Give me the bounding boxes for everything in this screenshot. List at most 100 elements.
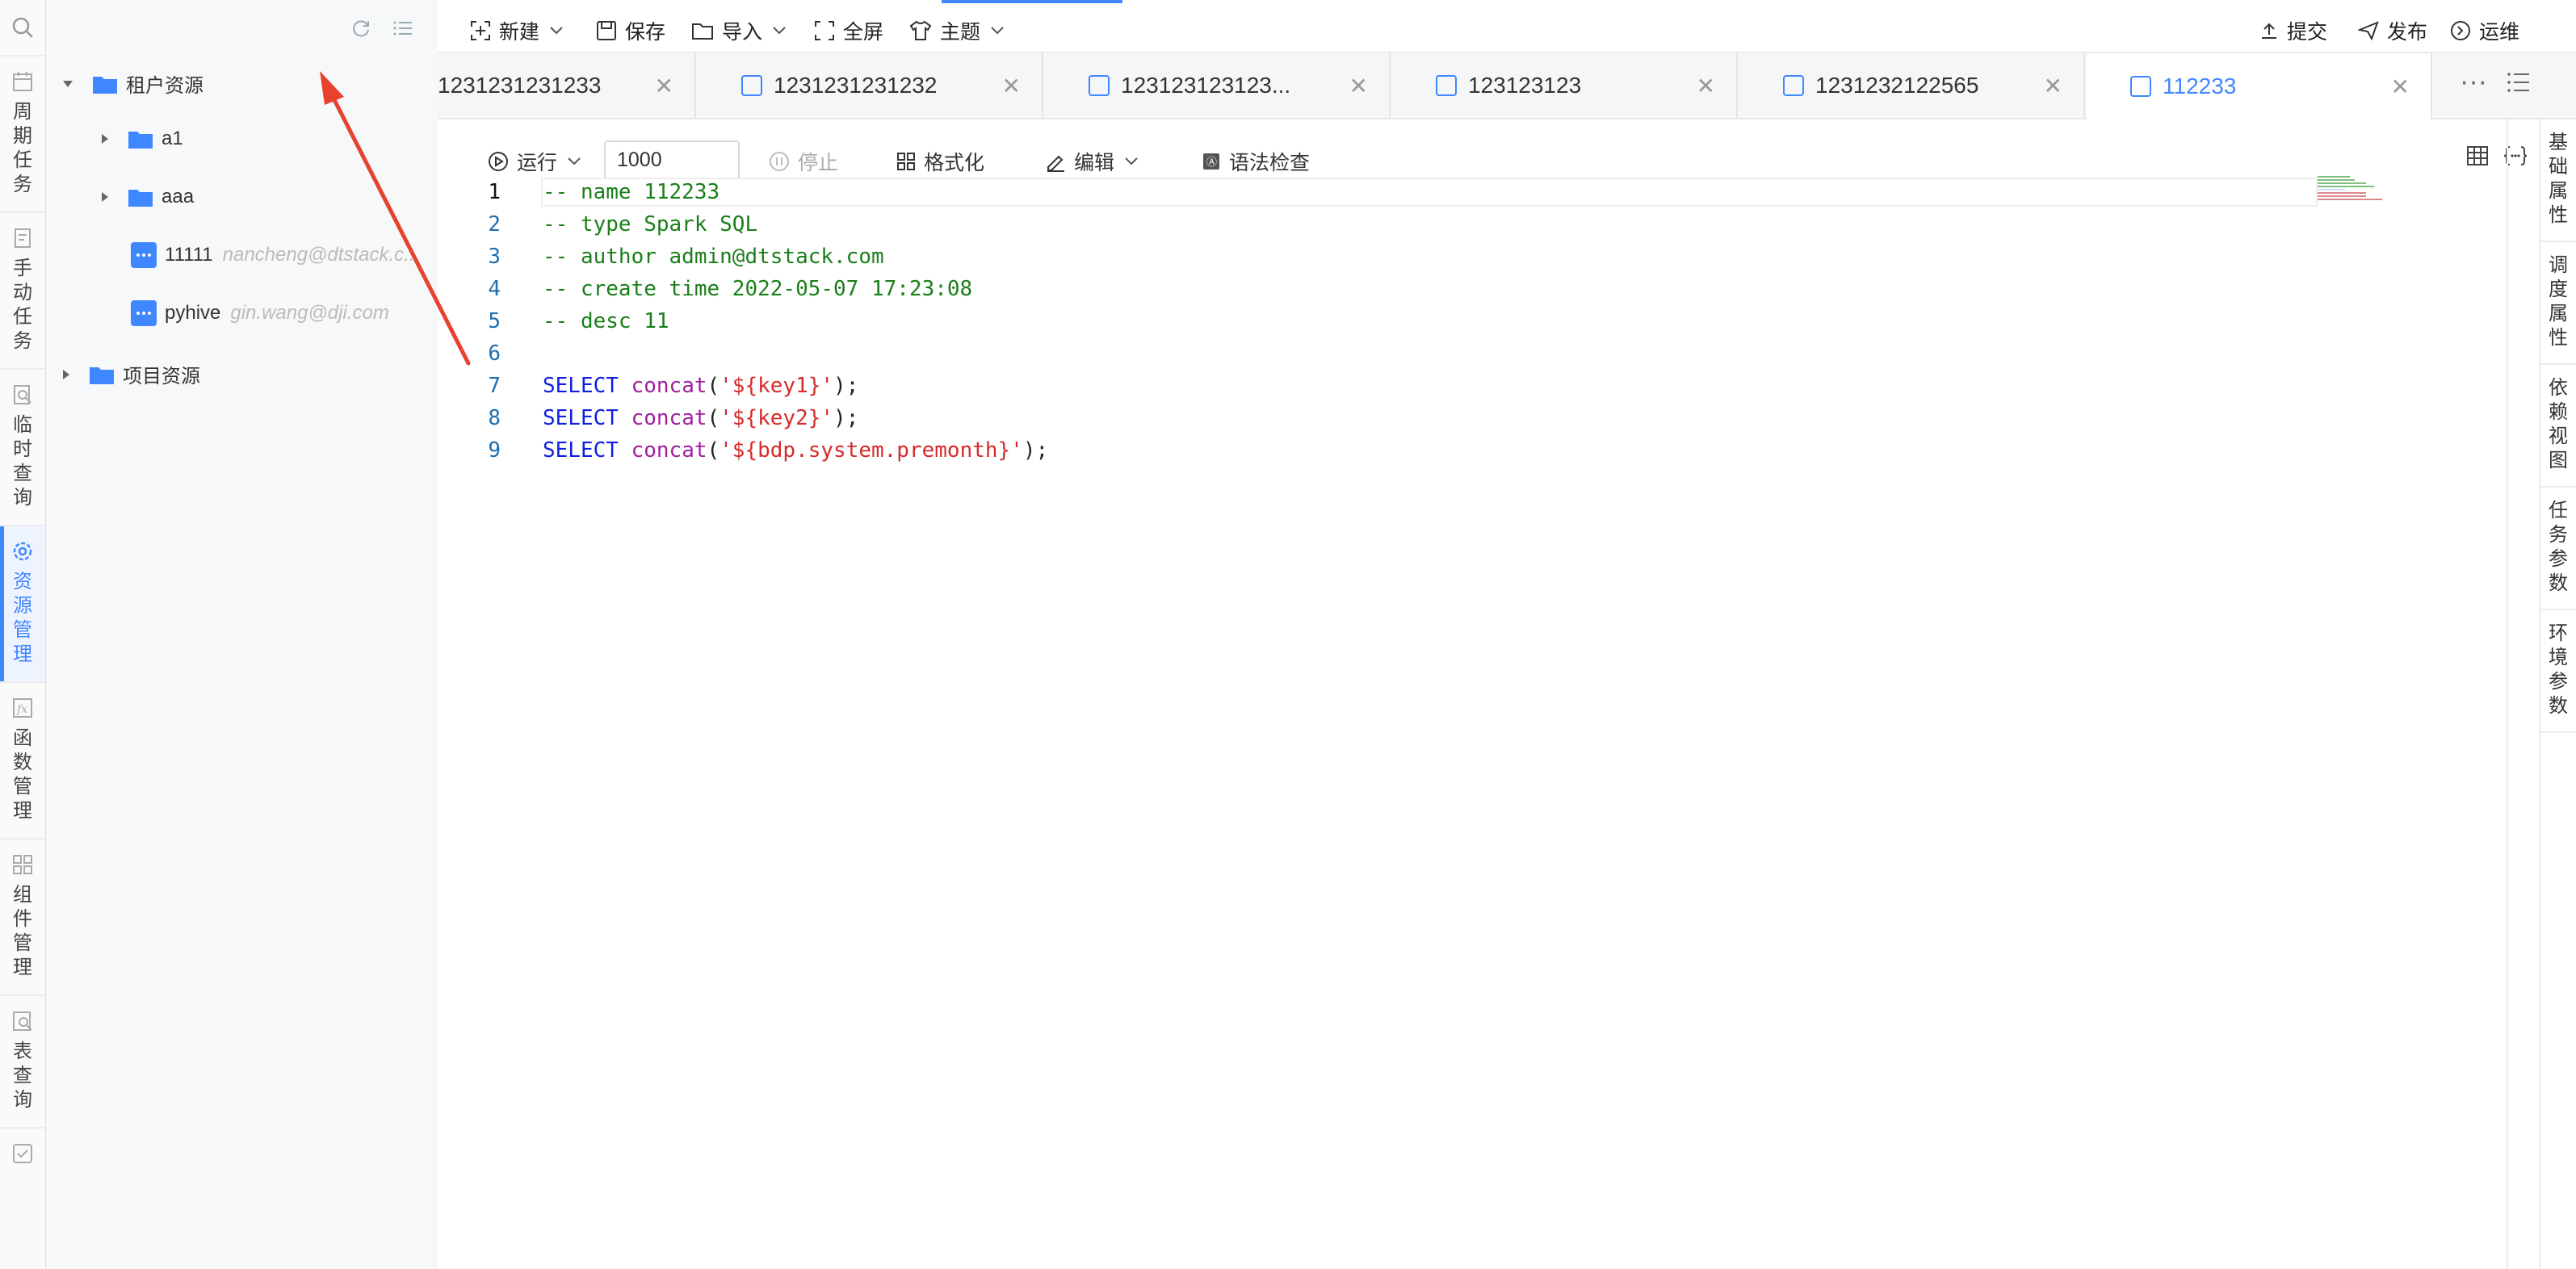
current-line-highlight	[541, 178, 2318, 207]
publish-button[interactable]: 发布	[2358, 16, 2427, 45]
tree-node-label: aaa	[162, 186, 195, 207]
close-icon[interactable]: ✕	[2391, 73, 2410, 100]
edit-button[interactable]: 编辑	[1045, 147, 1147, 176]
import-button[interactable]: 导入	[691, 16, 795, 45]
code-comment: -- create time 2022-05-07 17:23:08	[543, 277, 973, 301]
close-icon[interactable]: ✕	[1697, 73, 1715, 99]
syntax-check-button[interactable]: Ⓐ 语法检查	[1202, 147, 1310, 176]
folder-icon	[128, 132, 153, 149]
tab-123123123[interactable]: 123123123 ✕	[1392, 53, 1738, 118]
tab-1231231231232[interactable]: 1231231231232 ✕	[698, 53, 1043, 118]
fullscreen-button[interactable]: 全屏	[814, 16, 883, 45]
tree-node-folder-a1[interactable]: a1	[102, 128, 183, 150]
close-icon[interactable]: ✕	[1002, 73, 1021, 99]
syntax-check-icon: Ⓐ	[1203, 153, 1219, 170]
rail-search-button[interactable]	[0, 0, 45, 57]
new-button[interactable]: 新建	[470, 16, 572, 45]
rail-item-label: 表查询	[13, 1041, 32, 1111]
ops-button[interactable]: 运维	[2450, 16, 2519, 45]
more-tabs-icon[interactable]: ···	[2460, 66, 2487, 98]
stop-button[interactable]: 停止	[769, 147, 838, 176]
tab-112233[interactable]: 112233 ✕	[2087, 53, 2432, 119]
tab-label: 112233	[2163, 73, 2237, 98]
tree-node-label: 项目资源	[123, 366, 200, 387]
tree-node-folder-aaa[interactable]: aaa	[102, 186, 194, 208]
right-tab-label: 依赖视图	[2549, 377, 2568, 471]
rail-item-resource-manage[interactable]: 资源管理	[0, 526, 45, 683]
list-view-icon[interactable]	[392, 18, 413, 39]
tree-node-label: pyhive	[165, 302, 221, 324]
rail-item-table-query[interactable]: 表查询	[0, 996, 45, 1129]
code-line: 6	[452, 337, 2310, 370]
row-limit-input[interactable]	[604, 140, 740, 179]
gear-icon	[13, 542, 32, 561]
tree-node-label: a1	[162, 128, 183, 149]
code-statement: SELECT concat('${key2}');	[543, 406, 859, 430]
import-label: 导入	[722, 21, 763, 44]
code-comment: -- desc 11	[543, 309, 669, 333]
code-comment: -- author admin@dtstack.com	[543, 245, 884, 269]
save-label: 保存	[625, 21, 666, 44]
syntax-check-label: 语法检查	[1229, 152, 1311, 174]
submit-button[interactable]: 提交	[2259, 16, 2327, 45]
rail-item-label: 组件管理	[13, 884, 32, 978]
rail-item-check[interactable]	[0, 1129, 45, 1187]
tab-label: 123123123123...	[1121, 73, 1291, 98]
right-tab-label: 调度属性	[2549, 254, 2568, 349]
play-circle-icon	[489, 152, 508, 171]
refresh-icon[interactable]	[350, 18, 371, 39]
sql-task-icon	[2130, 76, 2151, 97]
left-nav-rail: 周期任务 手动任务 临时查询 资源管理 fx 函数管理 组件管理 表查询	[0, 0, 47, 1269]
right-tab-basic-props[interactable]: 基础属性	[2540, 119, 2576, 242]
theme-label: 主题	[940, 21, 981, 44]
rail-item-manual-task[interactable]: 手动任务	[0, 213, 45, 370]
run-button[interactable]: 运行	[488, 147, 589, 176]
run-label: 运行	[517, 152, 558, 174]
close-icon[interactable]: ✕	[655, 73, 673, 99]
ops-label: 运维	[2479, 21, 2520, 44]
format-label: 格式化	[924, 152, 985, 174]
rail-item-periodic-task[interactable]: 周期任务	[0, 57, 45, 213]
caret-right-icon[interactable]	[102, 192, 108, 202]
resource-file-icon	[131, 242, 157, 268]
sql-code-editor[interactable]: 1 -- name 112233 2 -- type Spark SQL 3 -…	[452, 176, 2318, 467]
annotation-arrow	[320, 71, 471, 366]
tab-1231232122565[interactable]: 1231232122565 ✕	[1739, 53, 2085, 118]
code-line: 2 -- type Spark SQL	[452, 208, 2310, 241]
save-button[interactable]: 保存	[596, 16, 665, 45]
rail-item-temp-query[interactable]: 临时查询	[0, 370, 45, 526]
svg-text:Ⓐ: Ⓐ	[1206, 157, 1217, 169]
right-tab-env-params[interactable]: 环境参数	[2540, 610, 2576, 733]
line-number: 7	[488, 374, 501, 398]
table-icon[interactable]	[2466, 145, 2489, 166]
search-icon	[12, 17, 33, 38]
rail-item-function-manage[interactable]: fx 函数管理	[0, 683, 45, 840]
save-icon	[597, 21, 616, 40]
code-minimap[interactable]	[2318, 176, 2390, 208]
tab-123123123123[interactable]: 123123123123... ✕	[1045, 53, 1391, 118]
caret-right-icon[interactable]	[102, 134, 108, 144]
close-icon[interactable]: ✕	[2044, 73, 2062, 99]
fullscreen-label: 全屏	[843, 21, 884, 44]
format-button[interactable]: 格式化	[896, 147, 984, 176]
tree-node-tenant-resources[interactable]: 租户资源	[63, 69, 203, 98]
folder-open-icon	[692, 23, 713, 40]
right-tab-dependency-view[interactable]: 依赖视图	[2540, 365, 2576, 488]
close-icon[interactable]: ✕	[1349, 73, 1368, 99]
theme-button[interactable]: 主题	[909, 16, 1013, 45]
caret-down-icon[interactable]	[63, 80, 73, 87]
sync-task-icon	[1436, 75, 1457, 96]
right-tab-label: 环境参数	[2549, 622, 2568, 717]
chevron-down-icon	[550, 27, 563, 35]
send-icon	[2358, 21, 2379, 40]
right-tab-task-params[interactable]: 任务参数	[2540, 488, 2576, 610]
ops-icon	[2451, 21, 2470, 40]
rail-item-component-manage[interactable]: 组件管理	[0, 840, 45, 996]
rail-item-label: 函数管理	[13, 727, 32, 822]
tree-node-project-resources[interactable]: 项目资源	[63, 360, 200, 388]
code-line: 5 -- desc 11	[452, 305, 2310, 337]
right-tab-schedule-props[interactable]: 调度属性	[2540, 242, 2576, 365]
caret-right-icon[interactable]	[63, 369, 69, 379]
tab-list-icon[interactable]	[2507, 71, 2531, 94]
folder-icon	[90, 366, 114, 384]
